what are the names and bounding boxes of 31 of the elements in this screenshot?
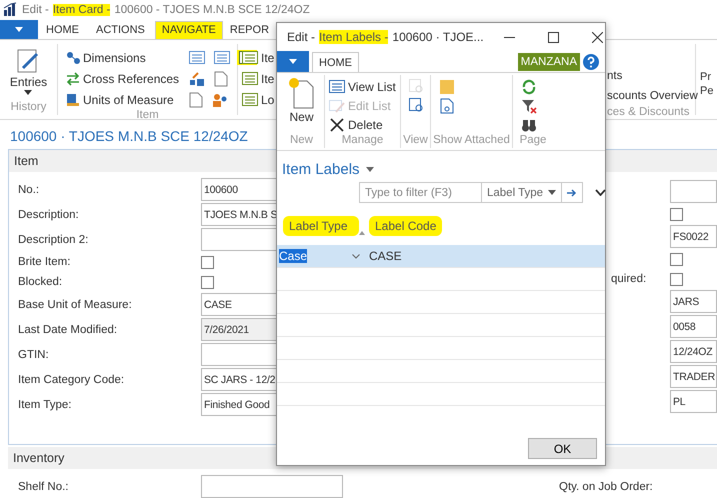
group-label: Item bbox=[136, 109, 159, 122]
field-label: Last Date Modified: bbox=[18, 324, 118, 336]
group-label: History bbox=[10, 101, 46, 114]
window-title: Edit - bbox=[22, 4, 49, 16]
field-label: No.: bbox=[18, 184, 40, 196]
group-label: Show Attached bbox=[433, 134, 510, 146]
page-title: 100600 · TJOES M.N.B SCE 12/24OZ bbox=[10, 128, 248, 144]
window-title: Item Labels - bbox=[319, 30, 388, 44]
window-title: Edit - bbox=[287, 30, 316, 44]
field-label: Qty. on Job Order: bbox=[559, 480, 654, 493]
group-label: ces & Discounts bbox=[607, 106, 690, 118]
window-title: 100600 - TJOES M.N.B SCE 12/24OZ bbox=[114, 4, 310, 16]
group-label: View bbox=[403, 134, 428, 146]
field-label: Item Type: bbox=[18, 398, 72, 411]
company-badge: MANZANA bbox=[518, 52, 580, 70]
field-label: quired: bbox=[611, 273, 648, 286]
list-title: Item Labels bbox=[282, 161, 360, 178]
field-label: Blocked: bbox=[18, 276, 64, 288]
field-label: GTIN: bbox=[18, 348, 50, 361]
window-title: Item Card - bbox=[52, 4, 110, 16]
field-label: Brite Item: bbox=[18, 256, 72, 268]
window-title: 100600 · TJOE... bbox=[392, 30, 484, 44]
table-cell-text: CASE bbox=[368, 249, 402, 263]
field-label: Base Unit of Measure: bbox=[18, 298, 133, 311]
group-label: Page bbox=[520, 134, 546, 146]
field-label: Shelf No.: bbox=[18, 480, 70, 493]
field-label: Description: bbox=[18, 208, 80, 221]
field-label: Description 2: bbox=[18, 234, 90, 246]
group-label: Manage bbox=[342, 134, 384, 146]
group-label: New bbox=[290, 134, 313, 146]
field-label: Item Category Code: bbox=[18, 374, 126, 386]
